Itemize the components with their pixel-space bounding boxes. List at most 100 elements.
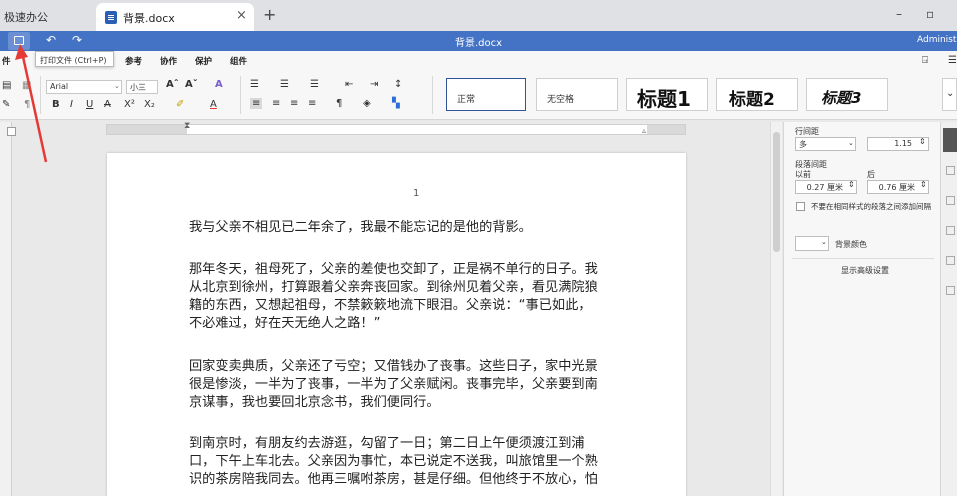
chevron-down-icon[interactable]: ⌄ xyxy=(821,238,827,246)
tab-stop-selector[interactable] xyxy=(7,127,16,136)
document-title: 背景.docx xyxy=(455,38,503,49)
restore-icon[interactable]: ▫ xyxy=(926,7,934,21)
document-icon xyxy=(105,11,117,24)
paragraph-2[interactable]: 那年冬天，祖母死了，父亲的差使也交卸了，正是祸不单行的日子。我 从北京到徐州，打… xyxy=(189,261,649,333)
undo-icon[interactable]: ↶ xyxy=(46,33,56,47)
style-normal[interactable]: 正常 xyxy=(446,78,526,111)
tab-inactive-label: 极速办公 xyxy=(4,11,48,24)
align-left-icon[interactable]: ≡ xyxy=(250,98,263,109)
vertical-ruler xyxy=(0,122,12,496)
shading-icon[interactable]: ◈ xyxy=(363,98,371,109)
paste-icon[interactable]: ▦ xyxy=(22,80,31,91)
line-spacing-label: 行间距 xyxy=(795,127,819,136)
font-color-icon[interactable]: A xyxy=(210,99,217,110)
vertical-scrollbar[interactable] xyxy=(770,122,782,496)
decrease-indent-icon[interactable]: ⇤ xyxy=(345,79,353,90)
highlight-icon[interactable]: ✐ xyxy=(176,99,184,110)
print-button[interactable] xyxy=(8,32,30,50)
underline-button[interactable]: U xyxy=(86,99,93,110)
subscript-button[interactable]: X₂ xyxy=(144,99,155,110)
font-size-select[interactable]: 小三 xyxy=(126,80,158,94)
strikethrough-button[interactable]: A xyxy=(104,99,111,110)
more-menu-icon[interactable]: ☰ xyxy=(948,55,957,66)
style-no-spacing[interactable]: 无空格 xyxy=(536,78,618,111)
close-tab-icon[interactable]: × xyxy=(236,8,247,23)
align-right-icon[interactable]: ≡ xyxy=(290,98,298,109)
style-heading2[interactable]: 标题2 xyxy=(716,78,798,111)
multilevel-list-icon[interactable]: ☰ xyxy=(310,79,319,90)
increase-font-icon[interactable]: Aˆ xyxy=(166,79,179,90)
font-name-select[interactable]: Arial xyxy=(46,80,122,94)
document-page[interactable]: 1 我与父亲不相见已二年余了，我最不能忘记的是他的背影。 那年冬天，祖母死了，父… xyxy=(107,153,686,496)
table-settings-icon[interactable] xyxy=(946,166,955,175)
no-space-checkbox[interactable] xyxy=(796,202,805,211)
style-heading1-label: 标题1 xyxy=(637,87,691,111)
scrollbar-thumb[interactable] xyxy=(773,132,780,252)
printer-icon xyxy=(14,36,24,45)
ruler-margin-right xyxy=(647,125,685,134)
share-icon[interactable]: ⍈ xyxy=(922,55,928,66)
tab-inactive[interactable]: 极速办公 xyxy=(0,0,90,31)
menu-file[interactable]: 件 xyxy=(2,55,11,67)
borders-icon[interactable]: ▚ xyxy=(392,98,400,109)
spinner-icon[interactable]: ⇕ xyxy=(848,180,855,189)
spinner-icon[interactable]: ⇕ xyxy=(919,137,926,146)
clipboard-icon[interactable]: ▤ xyxy=(2,80,11,91)
styles-expand-icon[interactable]: ⌄ xyxy=(942,78,957,111)
text-line: 从北京到徐州，打算跟着父亲奔丧回家。到徐州见着父亲，看见满院狼 xyxy=(189,280,598,295)
show-advanced-link[interactable]: 显示高级设置 xyxy=(841,265,889,276)
decrease-font-icon[interactable]: Aˇ xyxy=(185,79,198,90)
paragraph-marks-icon[interactable]: ¶ xyxy=(336,98,342,109)
bullet-list-icon[interactable]: ☰ xyxy=(250,79,259,90)
indent-marker-icon[interactable]: ⧗ xyxy=(184,121,190,131)
separator xyxy=(432,76,433,114)
increase-indent-icon[interactable]: ⇥ xyxy=(370,79,378,90)
shape-settings-icon[interactable] xyxy=(946,256,955,265)
style-heading2-label: 标题2 xyxy=(729,90,775,110)
paragraph-4[interactable]: 到南京时，有朋友约去游逛，勾留了一日；第二日上午便须渡江到浦 口，下午上车北去。… xyxy=(189,435,649,489)
numbered-list-icon[interactable]: ☰ xyxy=(280,79,289,90)
bold-button[interactable]: B xyxy=(52,99,60,110)
chevron-down-icon[interactable]: ⌄ xyxy=(114,82,120,90)
format-painter-icon[interactable]: ✎ xyxy=(2,99,10,110)
align-center-icon[interactable]: ≡ xyxy=(272,98,280,109)
horizontal-ruler[interactable] xyxy=(106,124,686,135)
menu-collaborate[interactable]: 协作 xyxy=(160,55,177,67)
tab-active[interactable]: 背景.docx × xyxy=(96,3,254,31)
menu-references[interactable]: 参考 xyxy=(125,55,142,67)
paragraph-3[interactable]: 回家变卖典质，父亲还了亏空；又借钱办了丧事。这些日子，家中光景 很是惨淡，一半为… xyxy=(189,358,649,412)
line-spacing-icon[interactable]: ↕ xyxy=(394,79,402,90)
header-settings-icon[interactable] xyxy=(946,226,955,235)
style-heading3[interactable]: 标题3 xyxy=(806,78,888,111)
menu-protect[interactable]: 保护 xyxy=(195,55,212,67)
image-settings-icon[interactable] xyxy=(946,196,955,205)
user-name[interactable]: Administrat xyxy=(917,35,957,45)
text-line: 很是惨淡，一半为了丧事，一半为了父亲赋闲。丧事完毕，父亲要到南 xyxy=(189,377,598,392)
text-line: 到南京时，有朋友约去游逛，勾留了一日；第二日上午便须渡江到浦 xyxy=(189,436,585,451)
line-spacing-mode-select[interactable]: 多 xyxy=(795,137,856,151)
tab-active-label: 背景.docx xyxy=(123,12,175,25)
paragraph-1[interactable]: 我与父亲不相见已二年余了，我最不能忘记的是他的背影。 xyxy=(189,219,649,237)
new-tab-button[interactable]: + xyxy=(263,5,276,24)
clear-format-icon[interactable]: A xyxy=(215,79,223,90)
separator xyxy=(40,76,41,114)
chevron-down-icon[interactable]: ⌄ xyxy=(848,139,854,147)
before-label: 以前 xyxy=(795,170,811,179)
menu-bar xyxy=(0,51,957,70)
italic-button[interactable]: I xyxy=(70,99,73,110)
separator xyxy=(240,76,241,114)
text-line: 我与父亲不相见已二年余了，我最不能忘记的是他的背影。 xyxy=(189,220,532,235)
paragraph-settings-tab[interactable] xyxy=(943,128,957,152)
minimize-icon[interactable]: – xyxy=(896,7,902,21)
chart-settings-icon[interactable] xyxy=(946,286,955,295)
spinner-icon[interactable]: ⇕ xyxy=(920,180,927,189)
menu-plugins[interactable]: 组件 xyxy=(230,55,247,67)
copy-style-icon[interactable]: ¶ xyxy=(24,99,30,110)
style-heading1[interactable]: 标题1 xyxy=(626,78,708,111)
redo-icon[interactable]: ↷ xyxy=(72,33,82,47)
right-indent-marker-icon[interactable]: ▵ xyxy=(642,126,646,135)
superscript-button[interactable]: X² xyxy=(124,99,135,110)
page-number: 1 xyxy=(413,188,420,199)
paragraph-settings-panel: 行间距 多 ⌄ 1.15 ⇕ 段落间距 以前 后 0.27 厘米 ⇕ 0.76 … xyxy=(783,122,940,496)
justify-icon[interactable]: ≡ xyxy=(308,98,316,109)
